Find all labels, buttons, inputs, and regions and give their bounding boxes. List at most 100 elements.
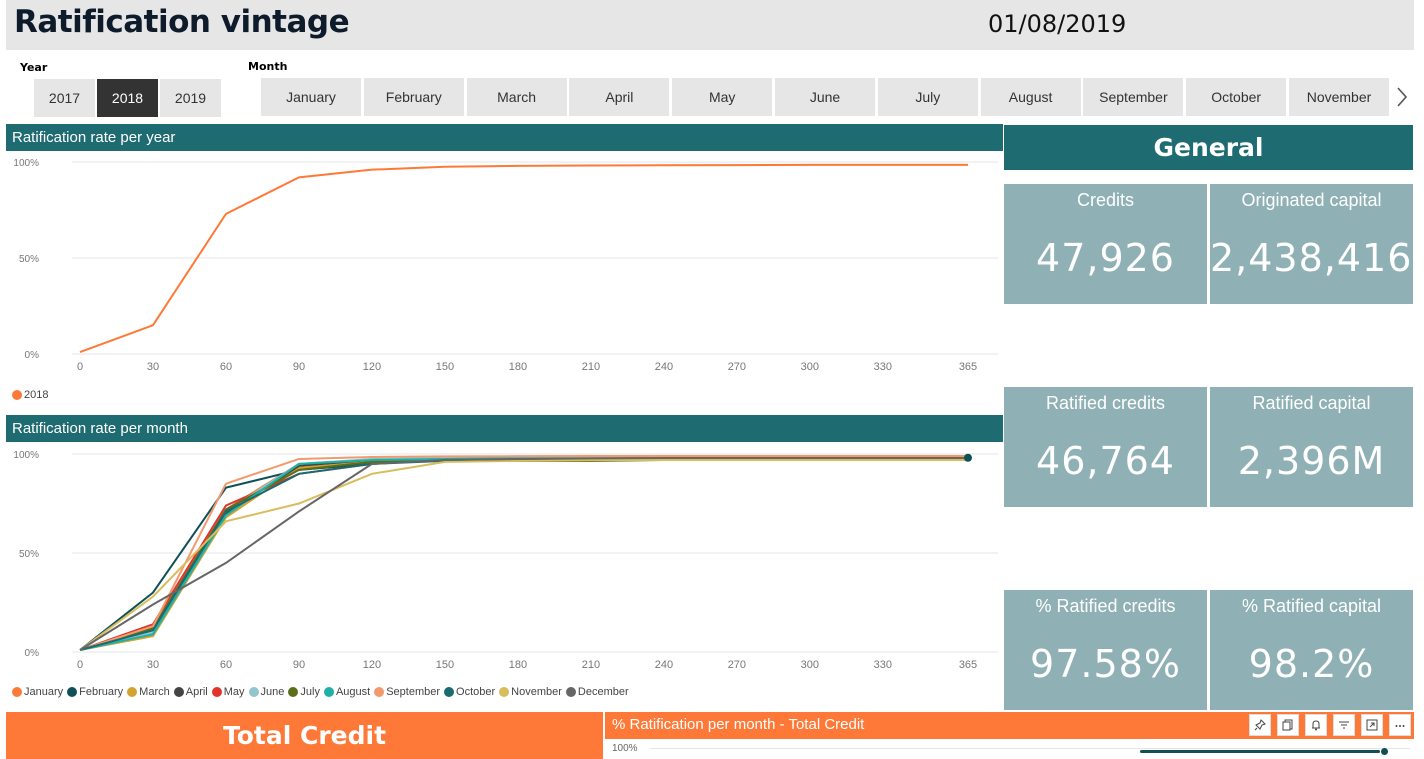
month-option-july[interactable]: July: [877, 78, 978, 116]
total-credit-title: Total Credit: [6, 712, 603, 759]
legend-item[interactable]: May: [211, 686, 245, 698]
month-option-january[interactable]: January: [261, 78, 361, 116]
month-chart: 0% 50% 100% 0 30 60 90 120 150 180 210 240 270 300 330…: [13, 450, 998, 671]
series-line-february: [79, 456, 968, 651]
focus-mode-icon[interactable]: [1361, 714, 1383, 736]
legend-item[interactable]: 2018: [12, 389, 48, 401]
x-tick-label: 30: [147, 659, 159, 671]
y-tick-label: 0%: [25, 350, 40, 361]
x-tick-label: 150: [436, 361, 454, 373]
x-tick-label: 120: [363, 361, 381, 373]
month-option-october[interactable]: October: [1186, 78, 1287, 116]
card-label: Originated capital: [1241, 190, 1382, 210]
series-line-november: [79, 458, 968, 651]
pin-icon[interactable]: [1249, 714, 1271, 736]
page-title: Ratification vintage: [14, 4, 350, 40]
pm-chart-title: % Ratification per month - Total Credit: [612, 716, 865, 733]
legend-item[interactable]: November: [499, 686, 562, 698]
legend-swatch: [565, 687, 576, 697]
legend-swatch: [12, 390, 22, 400]
x-tick-label: 30: [147, 361, 159, 373]
chart-legend: January February March April May June July Augu…: [12, 686, 633, 698]
x-tick-label: 90: [293, 361, 305, 373]
month-option-april[interactable]: April: [569, 78, 670, 116]
legend-label: October: [456, 686, 496, 698]
copy-icon[interactable]: [1277, 714, 1299, 736]
legend-label: May: [223, 686, 245, 698]
x-tick-label: 210: [582, 361, 600, 373]
card-label: % Ratified capital: [1241, 596, 1382, 616]
legend-label: June: [260, 686, 285, 698]
legend-item[interactable]: July: [288, 686, 320, 698]
x-tick-label: 240: [655, 361, 673, 373]
pct-ratified-credits-card: % Ratified credits 97.58%: [1004, 590, 1207, 710]
legend-item[interactable]: March: [127, 686, 170, 698]
legend-label: January: [24, 686, 64, 698]
legend-item[interactable]: April: [173, 686, 208, 698]
card-label: Ratified capital: [1252, 393, 1371, 413]
legend-label: April: [185, 686, 208, 698]
legend-item[interactable]: January: [12, 686, 63, 698]
month-option-september[interactable]: September: [1083, 78, 1184, 116]
more-options-icon[interactable]: [1389, 714, 1411, 736]
month-slicer-label: Month: [248, 60, 288, 73]
chevron-right-icon[interactable]: [1393, 84, 1411, 110]
pm-series-line: [1140, 750, 1380, 753]
month-option-may[interactable]: May: [672, 78, 773, 116]
month-option-march[interactable]: March: [466, 78, 567, 116]
legend-swatch: [444, 687, 455, 697]
legend-item[interactable]: August: [323, 686, 371, 698]
legend-label: July: [300, 686, 320, 698]
x-tick-label: 150: [436, 659, 454, 671]
year-option-2017[interactable]: 2017: [34, 79, 95, 117]
x-tick-label: 300: [801, 659, 819, 671]
card-value: 2,438,416...: [1210, 236, 1413, 280]
legend-label: December: [577, 686, 629, 698]
year-chart-title: Ratification rate per year: [6, 124, 1003, 151]
legend-label: August: [335, 686, 371, 698]
pct-ratified-capital-card: % Ratified capital 98.2%: [1210, 590, 1413, 710]
series-end-point: [964, 453, 972, 462]
bell-icon[interactable]: [1305, 714, 1327, 736]
legend-item[interactable]: February: [67, 686, 123, 698]
card-value: 98.2%: [1248, 642, 1375, 686]
legend-label: 2018: [24, 389, 49, 401]
y-tick-label: 50%: [19, 549, 39, 560]
card-value: 97.58%: [1030, 642, 1181, 686]
legend-item[interactable]: October: [444, 686, 495, 698]
x-tick-label: 300: [801, 361, 819, 373]
x-tick-label: 270: [728, 659, 746, 671]
credits-card: Credits 47,926: [1004, 184, 1207, 304]
legend-item[interactable]: December: [565, 686, 629, 698]
card-label: Ratified credits: [1045, 393, 1166, 413]
legend-swatch: [67, 687, 78, 697]
x-tick-label: 90: [293, 659, 305, 671]
legend-label: September: [386, 686, 441, 698]
year-option-2019[interactable]: 2019: [160, 79, 221, 117]
card-label: Credits: [1076, 190, 1134, 210]
legend-swatch: [12, 687, 22, 697]
x-tick-label: 270: [728, 361, 746, 373]
filter-icon[interactable]: [1333, 714, 1355, 736]
legend-swatch: [127, 687, 138, 697]
series-line-december: [79, 456, 968, 651]
month-chart-title: Ratification rate per month: [6, 415, 1003, 442]
legend-swatch: [288, 687, 299, 697]
legend-label: March: [139, 686, 170, 698]
legend-label: November: [511, 686, 562, 698]
card-value: 46,764: [1036, 439, 1175, 483]
month-option-november[interactable]: November: [1289, 78, 1389, 116]
legend-item[interactable]: September: [374, 686, 440, 698]
x-tick-label: 120: [363, 659, 381, 671]
x-tick-label: 210: [582, 659, 600, 671]
legend-item[interactable]: June: [248, 686, 285, 698]
x-tick-label: 330: [874, 361, 892, 373]
general-title: General: [1004, 125, 1413, 170]
month-option-august[interactable]: August: [980, 78, 1081, 116]
x-tick-label: 240: [655, 659, 673, 671]
month-option-june[interactable]: June: [775, 78, 875, 116]
chart-legend: 2018: [12, 389, 52, 401]
x-tick-label: 180: [509, 659, 527, 671]
month-option-february[interactable]: February: [363, 78, 464, 116]
year-option-2018[interactable]: 2018: [97, 79, 158, 117]
